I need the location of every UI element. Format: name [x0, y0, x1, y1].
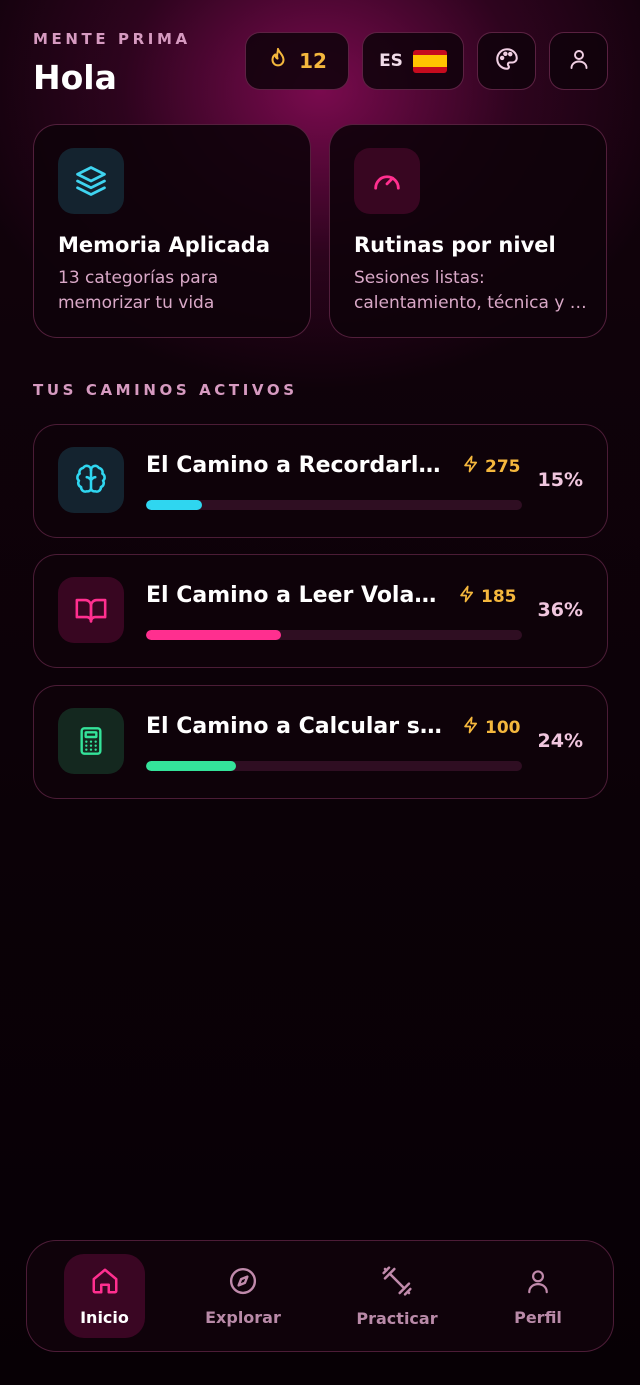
nav-label: Practicar — [356, 1308, 438, 1328]
progress-fill — [146, 761, 237, 771]
brand-label: MENTE PRIMA — [33, 30, 191, 48]
book-icon — [58, 577, 124, 643]
nav-item-inicio[interactable]: Inicio — [64, 1254, 145, 1338]
home-screen: MENTE PRIMA Hola 12 ES Memoria Aplicada … — [0, 0, 640, 1385]
profile-button[interactable] — [549, 32, 608, 90]
memoria-aplicada-card[interactable]: Memoria Aplicada 13 categorías para memo… — [33, 124, 311, 338]
spain-flag-icon — [412, 49, 447, 73]
theme-button[interactable] — [477, 32, 536, 90]
nav-label: Perfil — [514, 1307, 562, 1327]
path-card-calcular[interactable]: El Camino a Calcular sin Calculadora 100… — [33, 685, 608, 799]
brain-icon — [58, 447, 124, 513]
progress-bar — [146, 761, 522, 771]
user-icon — [567, 47, 591, 75]
home-icon — [90, 1266, 120, 1300]
lightning-icon — [462, 716, 480, 739]
path-card-leer[interactable]: El Camino a Leer Volando 185 36% — [33, 554, 608, 668]
path-card-recordar[interactable]: El Camino a Recordarlo Todo 275 15% — [33, 424, 608, 538]
palette-icon — [494, 46, 520, 76]
streak-button[interactable]: 12 — [245, 32, 349, 90]
path-title: El Camino a Calcular sin Calculadora — [146, 714, 448, 739]
flame-icon — [267, 47, 289, 75]
progress-bar — [146, 500, 522, 510]
gauge-icon — [354, 148, 420, 214]
card-title: Rutinas por nivel — [354, 233, 556, 257]
nav-item-practicar[interactable]: Practicar — [347, 1254, 447, 1338]
progress-percent: 24% — [537, 730, 583, 752]
language-button[interactable]: ES — [362, 32, 464, 90]
path-title: El Camino a Recordarlo Todo — [146, 453, 448, 478]
bottom-nav: Inicio Explorar Practicar Perfil — [26, 1240, 614, 1352]
header: MENTE PRIMA Hola 12 ES — [33, 28, 608, 98]
progress-percent: 36% — [537, 599, 583, 621]
card-description: Sesiones listas: calentamiento, técnica … — [354, 268, 590, 313]
dumbbell-icon — [381, 1265, 413, 1301]
nav-item-perfil[interactable]: Perfil — [497, 1254, 579, 1338]
path-xp: 185 — [458, 585, 520, 608]
lightning-icon — [458, 585, 476, 608]
progress-fill — [146, 630, 282, 640]
streak-count: 12 — [299, 49, 327, 73]
nav-label: Explorar — [205, 1307, 281, 1327]
lightning-icon — [462, 455, 480, 478]
active-paths-heading: TUS CAMINOS ACTIVOS — [33, 381, 298, 399]
greeting-title: Hola — [33, 58, 117, 97]
progress-bar — [146, 630, 522, 640]
compass-icon — [228, 1266, 258, 1300]
progress-percent: 15% — [537, 469, 583, 491]
calculator-icon — [58, 708, 124, 774]
card-title: Memoria Aplicada — [58, 233, 270, 257]
user-icon — [524, 1266, 552, 1300]
nav-item-explorar[interactable]: Explorar — [197, 1254, 289, 1338]
language-code: ES — [379, 51, 403, 71]
progress-fill — [146, 500, 203, 510]
path-xp: 100 — [462, 716, 524, 739]
layers-icon — [58, 148, 124, 214]
nav-label: Inicio — [80, 1307, 129, 1327]
path-title: El Camino a Leer Volando — [146, 583, 448, 608]
rutinas-por-nivel-card[interactable]: Rutinas por nivel Sesiones listas: calen… — [329, 124, 607, 338]
card-description: 13 categorías para memorizar tu vida — [58, 268, 219, 313]
path-xp: 275 — [462, 455, 524, 478]
